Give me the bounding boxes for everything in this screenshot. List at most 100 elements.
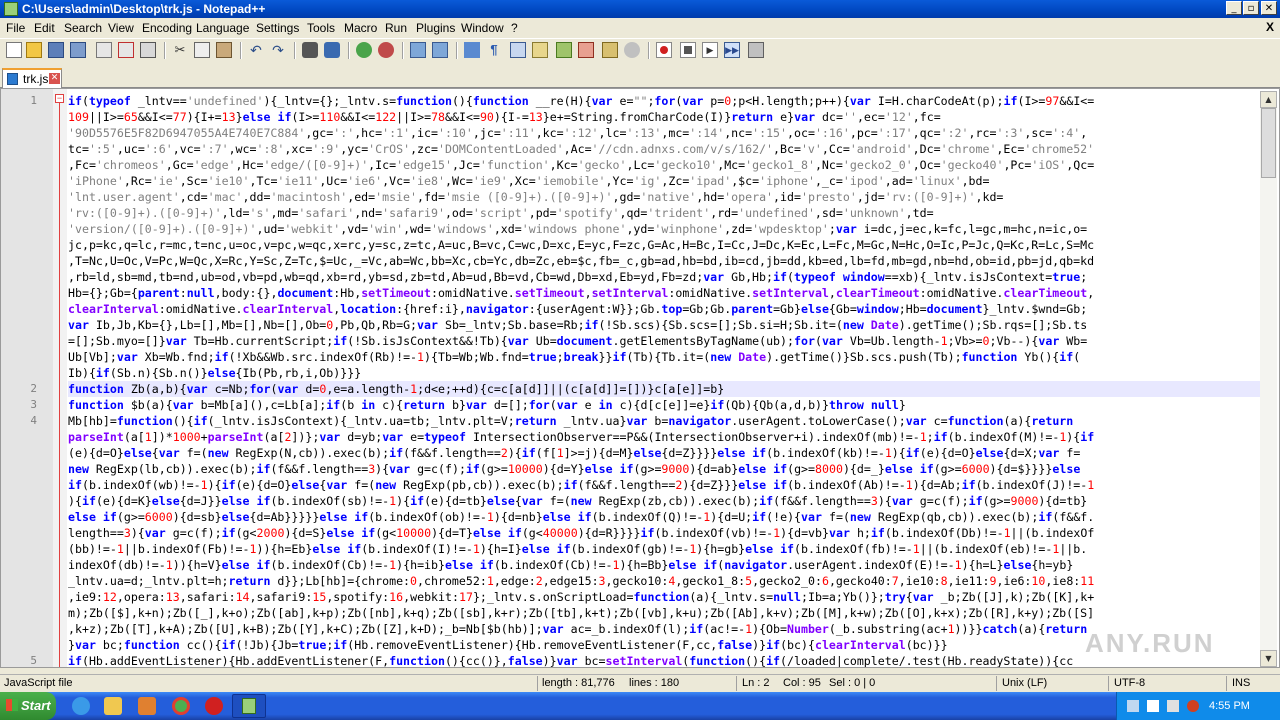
fold-toggle-icon[interactable]: − [55,94,64,103]
stop-macro-icon[interactable] [680,42,696,58]
code-line[interactable]: if(Hb.addEventListener){Hb.addEventListe… [68,653,1260,667]
menu-macro[interactable]: Macro [344,21,377,35]
menu-tools[interactable]: Tools [307,21,335,35]
code-line[interactable]: else if(g>=6000){d=sb}else{d=Ab}}}}}else… [68,509,1260,525]
save-icon[interactable] [48,42,64,58]
code-line[interactable]: new RegExp(lb,cb)).exec(b);if(f&&f.lengt… [68,461,1260,477]
folder-icon[interactable] [104,697,122,715]
code-line[interactable]: Ib){if(Sb.n){Sb.n()}else{Ib(Pb,rb,i,Ob)}… [68,365,1260,381]
paste-icon[interactable] [216,42,232,58]
menu-language[interactable]: Language [196,21,249,35]
function-list-icon[interactable] [578,42,594,58]
zoom-out-icon[interactable] [378,42,394,58]
code-line[interactable]: var Ib,Jb,Kb={},Lb=[],Mb=[],Nb=[],Ob=0,P… [68,317,1260,333]
code-line[interactable]: 109||I>=65&&I<=77){I+=13}else if(I>=110&… [68,109,1260,125]
code-editor[interactable]: − 1 2 3 4 5 if(typeof _lntv=='undefined'){_l… [0,88,1280,668]
start-button[interactable]: Start [0,692,56,720]
menu-help[interactable]: ? [511,21,518,35]
code-line[interactable]: (bb)!=-1||b.indexOf(Fb)!=-1)){h=Eb}else … [68,541,1260,557]
close-button[interactable]: ✕ [1261,1,1277,15]
code-line[interactable]: (e){d=O}else{var f=(new RegExp(N,cb)).ex… [68,445,1260,461]
code-line[interactable]: Ub[Vb];var Xb=Wb.fnd;if(!Xb&&Wb.src.inde… [68,349,1260,365]
tab-trk-js[interactable]: trk.js ✕ [2,68,62,88]
find-icon[interactable] [302,42,318,58]
indent-guide-icon[interactable] [510,42,526,58]
menu-file[interactable]: File [6,21,25,35]
zoom-in-icon[interactable] [356,42,372,58]
code-line[interactable]: clearInterval:omidNative.clearInterval,l… [68,301,1260,317]
show-all-chars-icon[interactable]: ¶ [486,42,502,58]
code-line[interactable]: indexOf(db)!=-1)){h=V}else if(b.indexOf(… [68,557,1260,573]
code-line[interactable]: _lntv.ua=d;_lntv.plt=h;return d}};Lb[hb]… [68,573,1260,589]
close-all-icon[interactable] [118,42,134,58]
code-line[interactable]: length==3){var g=c(f);if(g<2000){d=S}els… [68,525,1260,541]
scroll-down-icon[interactable]: ▼ [1260,650,1277,667]
code-line[interactable]: 'rv:([0-9]+).([0-9]+)',ld='s',md='safari… [68,205,1260,221]
code-line[interactable]: }var bc;function cc(){if(!Jb){Jb=true;if… [68,637,1260,653]
menu-window[interactable]: Window [461,21,504,35]
monitoring-icon[interactable] [624,42,640,58]
word-wrap-icon[interactable] [464,42,480,58]
chrome-icon[interactable] [172,697,190,715]
code-line[interactable]: 'iPhone',Rc='ie',Sc='ie10',Tc='ie11',Uc=… [68,173,1260,189]
vertical-scrollbar[interactable]: ▲ ▼ [1260,91,1277,667]
taskbar-notepadpp[interactable] [232,694,266,718]
sync-vertical-icon[interactable] [410,42,426,58]
close-all-button[interactable]: X [1266,20,1274,34]
code-line[interactable]: function Zb(a,b){var c=Nb;for(var d=0,e=… [68,381,1260,397]
menu-settings[interactable]: Settings [256,21,299,35]
media-player-icon[interactable] [138,697,156,715]
save-macro-icon[interactable] [748,42,764,58]
run-macro-multiple-icon[interactable]: ▶▶ [724,42,740,58]
code-line[interactable]: ,ie9:12,opera:13,safari:14,safari9:15,sp… [68,589,1260,605]
redo-icon[interactable]: ↷ [270,42,286,58]
code-line[interactable]: jc,p=kc,q=lc,r=mc,t=nc,u=oc,v=pc,w=qc,x=… [68,237,1260,253]
tray-network-icon[interactable] [1127,700,1139,712]
sync-horizontal-icon[interactable] [432,42,448,58]
record-macro-icon[interactable] [656,42,672,58]
close-file-icon[interactable] [96,42,112,58]
code-line[interactable]: ,T=Nc,U=Oc,V=Pc,W=Qc,X=Rc,Y=Sc,Z=Tc,$=Uc… [68,253,1260,269]
code-area[interactable]: if(typeof _lntv=='undefined'){_lntv={};_… [68,93,1260,667]
code-line[interactable]: parseInt(a[1])*1000+parseInt(a[2])};var … [68,429,1260,445]
replace-icon[interactable] [324,42,340,58]
code-line[interactable]: Mb[hb]=function(){if(_lntv.isJsContext){… [68,413,1260,429]
internet-explorer-icon[interactable] [72,697,90,715]
code-line[interactable]: ,k+z);Zb([T],k+A);Zb([U],k+B);Zb([Y],k+C… [68,621,1260,637]
menu-plugins[interactable]: Plugins [416,21,455,35]
open-file-icon[interactable] [26,42,42,58]
minimize-button[interactable]: _ [1226,1,1242,15]
code-line[interactable]: tc=':5',uc=':6',vc=':7',wc=':8',xc=':9',… [68,141,1260,157]
menu-edit[interactable]: Edit [34,21,55,35]
code-line[interactable]: ,rb=ld,sb=md,tb=nd,ub=od,vb=pd,wb=qd,xb=… [68,269,1260,285]
play-macro-icon[interactable]: ▶ [702,42,718,58]
code-line[interactable]: m);Zb([$],k+n);Zb([_],k+o);Zb([ab],k+p);… [68,605,1260,621]
scroll-up-icon[interactable]: ▲ [1260,91,1277,108]
tray-display-icon[interactable] [1167,700,1179,712]
code-line[interactable]: function $b(a){var b=Mb[a](),c=Lb[a];if(… [68,397,1260,413]
menu-encoding[interactable]: Encoding [142,21,192,35]
document-map-icon[interactable] [556,42,572,58]
code-line[interactable]: '90D5576E5F82D6947055A4E740E7C884',gc=':… [68,125,1260,141]
menu-view[interactable]: View [108,21,134,35]
code-line[interactable]: 'version/([0-9]+).([0-9]+)',ud='webkit',… [68,221,1260,237]
code-line[interactable]: if(typeof _lntv=='undefined'){_lntv={};_… [68,93,1260,109]
save-all-icon[interactable] [70,42,86,58]
code-line[interactable]: if(b.indexOf(wb)!=-1){if(e){d=O}else{var… [68,477,1260,493]
tray-security-icon[interactable] [1187,700,1199,712]
code-line[interactable]: =[];Sb.myo=[]}var Tb=Hb.currentScript;if… [68,333,1260,349]
cut-icon[interactable]: ✂ [172,42,188,58]
user-language-icon[interactable] [532,42,548,58]
print-icon[interactable] [140,42,156,58]
folder-workspace-icon[interactable] [602,42,618,58]
undo-icon[interactable]: ↶ [248,42,264,58]
new-file-icon[interactable] [6,42,22,58]
close-tab-icon[interactable]: ✕ [49,73,60,84]
maximize-button[interactable]: ▫ [1243,1,1259,15]
menu-search[interactable]: Search [64,21,102,35]
code-line[interactable]: ){if(e){d=K}else{d=J}}else if(b.indexOf(… [68,493,1260,509]
opera-icon[interactable] [205,697,223,715]
code-line[interactable]: Hb={};Gb={parent:null,body:{},document:H… [68,285,1260,301]
menu-run[interactable]: Run [385,21,407,35]
scroll-thumb[interactable] [1261,108,1276,178]
